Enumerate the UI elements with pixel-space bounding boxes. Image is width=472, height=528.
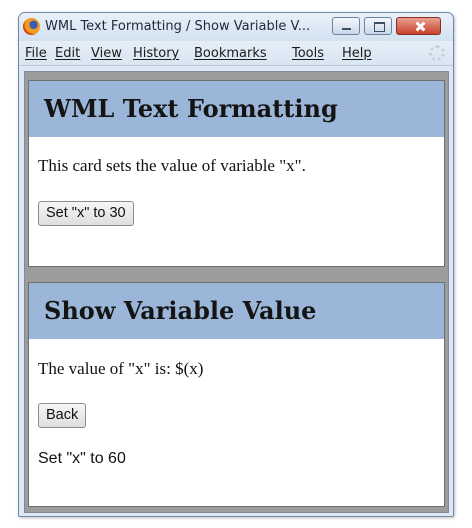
browser-window: WML Text Formatting / Show Variable V...… (18, 12, 454, 517)
back-button[interactable]: Back (38, 403, 87, 428)
minimize-button[interactable] (332, 17, 360, 35)
window-title: WML Text Formatting / Show Variable V... (45, 19, 311, 34)
card-header: Show Variable Value (29, 283, 444, 339)
card-title: WML Text Formatting (44, 94, 338, 123)
menu-tools[interactable]: Tools (292, 46, 324, 61)
firefox-icon (23, 18, 40, 35)
title-bar[interactable]: WML Text Formatting / Show Variable V... (19, 13, 453, 41)
menu-bar: File Edit View History Bookmarks Tools H… (19, 41, 453, 66)
card-header: WML Text Formatting (29, 81, 444, 137)
set-x-60-text: Set "x" to 60 (38, 450, 126, 467)
menu-edit[interactable]: Edit (55, 46, 80, 61)
menu-bookmarks[interactable]: Bookmarks (194, 46, 267, 61)
card-title: Show Variable Value (44, 296, 317, 325)
throbber-icon (429, 45, 445, 61)
wml-deck-viewport: WML Text Formatting This card sets the v… (24, 71, 449, 513)
card-text-formatting: WML Text Formatting This card sets the v… (28, 80, 445, 267)
menu-file[interactable]: File (25, 46, 47, 61)
menu-history[interactable]: History (133, 46, 179, 61)
set-x-button[interactable]: Set "x" to 30 (38, 201, 134, 226)
maximize-button[interactable] (364, 17, 392, 35)
menu-help[interactable]: Help (342, 46, 372, 61)
card-body-text: This card sets the value of variable "x"… (38, 156, 306, 175)
variable-value-text: The value of "x" is: $(x) (38, 359, 204, 378)
close-button[interactable] (396, 17, 441, 35)
card-show-variable: Show Variable Value The value of "x" is:… (28, 282, 445, 507)
menu-view[interactable]: View (91, 46, 122, 61)
